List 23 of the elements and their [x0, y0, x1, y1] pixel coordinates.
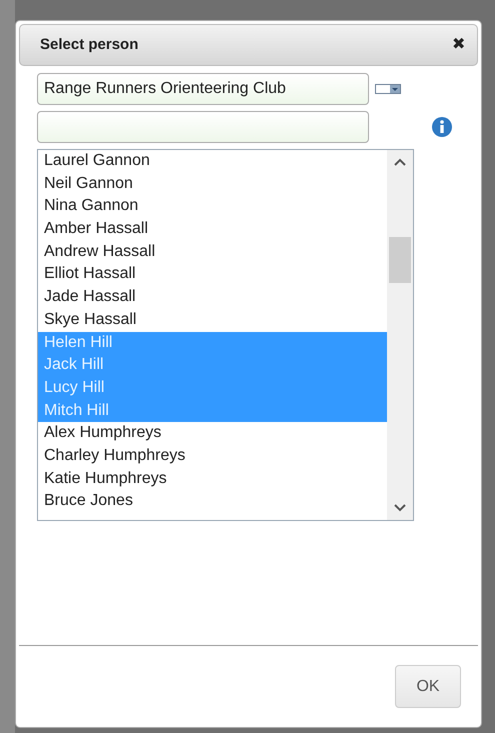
dropdown-icon[interactable] [375, 84, 401, 94]
scroll-thumb[interactable] [389, 237, 411, 283]
person-item[interactable]: Amber Hassall [38, 218, 387, 241]
close-button[interactable]: ✖ [452, 37, 465, 53]
person-item[interactable]: Nina Gannon [38, 195, 387, 218]
dialog-title: Select person [40, 34, 138, 55]
club-field[interactable]: Range Runners Orienteering Club [37, 73, 369, 105]
person-item[interactable]: Katie Humphreys [38, 468, 387, 490]
person-item[interactable]: Skye Hassall [38, 308, 387, 332]
person-item[interactable]: Neil Gannon [38, 172, 387, 196]
ok-button[interactable]: OK [395, 665, 461, 708]
scroll-up-icon[interactable] [394, 158, 406, 166]
person-item[interactable]: Laurel Gannon [38, 150, 387, 173]
person-item[interactable]: Bruce Jones [38, 490, 387, 513]
person-item[interactable]: Jade Hassall [38, 286, 387, 309]
scroll-down-icon[interactable] [394, 504, 406, 512]
search-field[interactable] [37, 111, 369, 143]
scrollbar[interactable] [387, 150, 413, 520]
info-icon[interactable] [431, 116, 453, 138]
person-item[interactable]: Charley Humphreys [38, 444, 387, 468]
person-item[interactable]: Andrew Hassall [38, 240, 387, 264]
person-item[interactable]: Elliot Hassall [38, 263, 387, 286]
person-item[interactable]: Alex Humphreys [38, 422, 387, 445]
